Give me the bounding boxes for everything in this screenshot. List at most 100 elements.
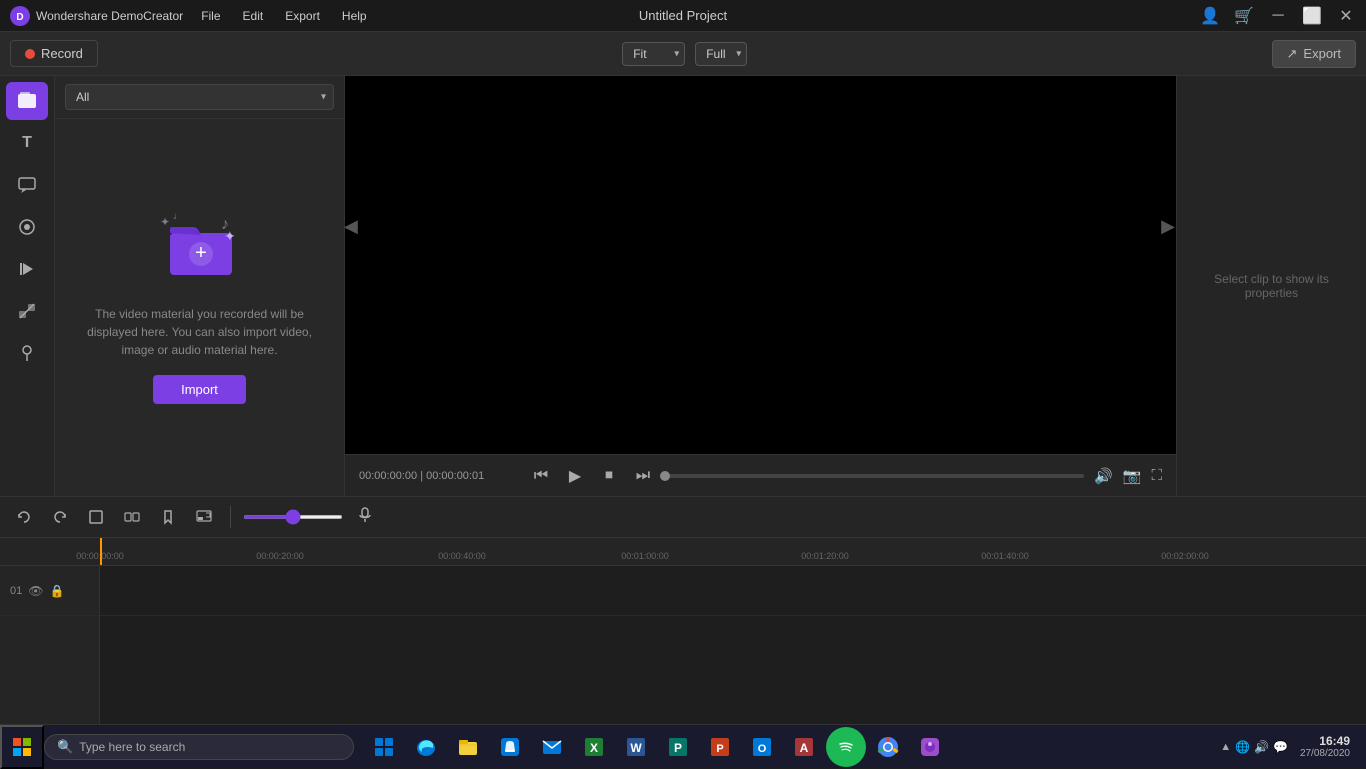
svg-text:✦: ✦ — [160, 215, 170, 229]
taskbar: 🔍 Type here to search — [0, 724, 1366, 768]
timeline-area: 00:00:00:00 00:00:20:00 00:00:40:00 00:0… — [0, 538, 1366, 728]
track-row-1 — [100, 566, 1366, 616]
svg-text:+: + — [195, 242, 207, 264]
play-btn[interactable]: ▶ — [563, 466, 587, 486]
menu-edit[interactable]: Edit — [239, 7, 268, 25]
timeline-ruler: 00:00:00:00 00:00:20:00 00:00:40:00 00:0… — [0, 538, 1366, 566]
close-btn[interactable]: ✕ — [1336, 6, 1356, 26]
filter-select[interactable]: All Video Audio Image — [65, 84, 334, 110]
app-name: Wondershare DemoCreator — [36, 9, 183, 23]
menu-help[interactable]: Help — [338, 7, 371, 25]
title-bar: D Wondershare DemoCreator File Edit Expo… — [0, 0, 1366, 32]
start-button[interactable] — [0, 725, 44, 769]
taskbar-edge[interactable] — [406, 727, 446, 767]
minimize-btn[interactable]: ─ — [1268, 7, 1288, 25]
volume-btn[interactable]: 🔊 — [1094, 467, 1113, 485]
zoom-slider-container — [243, 515, 343, 519]
svg-text:P: P — [674, 741, 682, 755]
sidebar-icon-text[interactable]: T — [6, 124, 48, 162]
taskbar-macos[interactable] — [910, 727, 950, 767]
quality-select[interactable]: Full HD 4K — [695, 42, 747, 66]
time-current: 00:00:00:00 — [359, 470, 417, 482]
tray-up-icon[interactable]: ▲ — [1220, 741, 1231, 753]
menu-bar: File Edit Export Help — [197, 7, 370, 25]
timeline-content: 01 👁 🔒 — [0, 566, 1366, 728]
redo-btn[interactable] — [46, 503, 74, 531]
svg-text:W: W — [630, 741, 642, 755]
media-content: ♪ ✦ ♩ + ✦ The video material you recorde… — [55, 119, 344, 496]
stop-btn[interactable]: ⏹ — [597, 467, 621, 485]
record-label: Record — [41, 46, 83, 61]
screenshot-btn[interactable]: 📷 — [1123, 467, 1142, 485]
ruler-mark-3: 00:01:00:00 — [621, 551, 669, 561]
search-bar[interactable]: 🔍 Type here to search — [44, 734, 354, 760]
fullscreen-btn[interactable]: ⛶ — [1151, 467, 1162, 484]
title-bar-controls: 👤 🛒 ─ ⬜ ✕ — [1200, 6, 1356, 26]
taskbar-spotify[interactable] — [826, 727, 866, 767]
taskbar-outlook[interactable]: O — [742, 727, 782, 767]
maximize-btn[interactable]: ⬜ — [1302, 6, 1322, 26]
skip-forward-btn[interactable]: ⏭ — [631, 467, 655, 485]
export-label: Export — [1303, 46, 1341, 61]
time-total: 00:00:00:01 — [426, 470, 484, 482]
taskbar-word[interactable]: W — [616, 727, 656, 767]
fit-select[interactable]: Fit 50% 75% 100% — [622, 42, 685, 66]
ruler-mark-1: 00:00:20:00 — [256, 551, 304, 561]
tray-volume-icon[interactable]: 🔊 — [1254, 740, 1269, 754]
pip-btn[interactable] — [190, 503, 218, 531]
window-title: Untitled Project — [639, 8, 727, 23]
taskbar-publisher[interactable]: P — [658, 727, 698, 767]
sidebar-icons: T — [0, 76, 55, 496]
account-icon[interactable]: 👤 — [1200, 6, 1220, 26]
taskbar-taskview[interactable] — [364, 727, 404, 767]
trim-btn[interactable] — [82, 503, 110, 531]
progress-bar[interactable] — [665, 474, 1084, 478]
taskbar-store[interactable] — [490, 727, 530, 767]
ruler-mark-6: 00:02:00:00 — [1161, 551, 1209, 561]
filter-select-wrapper: All Video Audio Image — [65, 84, 334, 110]
skip-back-btn[interactable]: ⏮ — [529, 467, 553, 485]
sidebar-icon-capture[interactable] — [6, 250, 48, 288]
taskbar-explorer[interactable] — [448, 727, 488, 767]
zoom-slider[interactable] — [243, 515, 343, 519]
tray-network-icon[interactable]: 🌐 — [1235, 740, 1250, 754]
taskbar-powerpoint[interactable]: P — [700, 727, 740, 767]
clock-date: 27/08/2020 — [1300, 748, 1350, 759]
preview-left-arrow[interactable]: ◀ — [344, 216, 358, 237]
properties-panel: Select clip to show its properties — [1176, 76, 1366, 496]
clock[interactable]: 16:49 27/08/2020 — [1294, 734, 1356, 759]
preview-right-arrow[interactable]: ▶ — [1161, 216, 1175, 237]
undo-btn[interactable] — [10, 503, 38, 531]
sidebar-icon-annotation[interactable] — [6, 166, 48, 204]
main-area: T — [0, 76, 1366, 496]
svg-text:D: D — [16, 12, 23, 23]
cart-icon[interactable]: 🛒 — [1234, 6, 1254, 26]
preview-video — [345, 76, 1176, 454]
ruler-mark-5: 00:01:40:00 — [981, 551, 1029, 561]
preview-controls: 00:00:00:00 | 00:00:00:01 ⏮ ▶ ⏹ ⏭ 🔊 📷 ⛶ — [345, 454, 1176, 496]
taskbar-mail[interactable] — [532, 727, 572, 767]
search-text: Type here to search — [79, 740, 185, 754]
menu-export[interactable]: Export — [281, 7, 324, 25]
timeline-tracks[interactable] — [100, 566, 1366, 728]
menu-file[interactable]: File — [197, 7, 224, 25]
split-btn[interactable] — [118, 503, 146, 531]
tray-notif-icon[interactable]: 💬 — [1273, 740, 1288, 754]
taskbar-access[interactable]: A — [784, 727, 824, 767]
sidebar-icon-media[interactable] — [6, 82, 48, 120]
track-number: 01 — [10, 585, 22, 597]
export-button[interactable]: ↗ Export — [1272, 40, 1356, 68]
bookmark-btn[interactable] — [154, 503, 182, 531]
sidebar-icon-effect[interactable] — [6, 208, 48, 246]
search-icon: 🔍 — [57, 739, 73, 755]
mic-btn[interactable] — [357, 507, 373, 528]
sidebar-icon-pin[interactable] — [6, 334, 48, 372]
ruler-mark-4: 00:01:20:00 — [801, 551, 849, 561]
svg-text:O: O — [758, 743, 767, 755]
tl-divider — [230, 506, 231, 528]
taskbar-excel[interactable]: X — [574, 727, 614, 767]
taskbar-chrome[interactable] — [868, 727, 908, 767]
record-button[interactable]: Record — [10, 40, 98, 67]
import-button[interactable]: Import — [153, 375, 246, 404]
sidebar-icon-transition[interactable] — [6, 292, 48, 330]
